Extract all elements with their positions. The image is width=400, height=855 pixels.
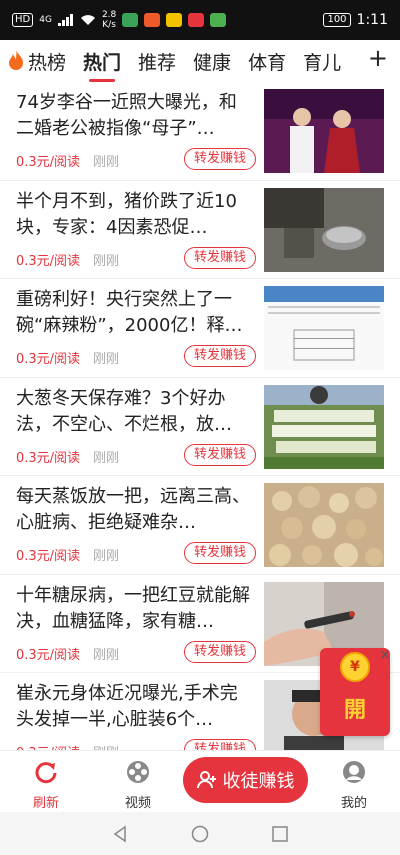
reward-rate: 0.3元/阅读 — [16, 155, 81, 170]
invite-earn-label: 收徒赚钱 — [222, 771, 295, 792]
article-item[interactable]: 每天蒸饭放一把，远离三高、心脏病、拒绝疑难杂… 0.3元/阅读 刚刚 转发赚钱 — [0, 476, 400, 575]
share-earn-button[interactable]: 转发赚钱 — [184, 246, 256, 269]
app-notification-icon — [210, 13, 227, 27]
nav-video-label: 视频 — [124, 796, 151, 811]
nav-mine[interactable]: 我的 — [324, 759, 384, 811]
speed-unit: K/s — [102, 20, 116, 30]
video-icon — [127, 761, 149, 783]
share-earn-button[interactable]: 转发赚钱 — [184, 640, 256, 663]
bottom-nav: 刷新 视频 收徒赚钱 我的 — [0, 750, 400, 812]
close-icon[interactable]: × — [378, 648, 392, 662]
reward-rate: 0.3元/阅读 — [16, 549, 81, 564]
home-icon[interactable] — [191, 825, 209, 843]
tab-sports[interactable]: 体育 — [248, 48, 286, 75]
article-thumbnail[interactable] — [264, 187, 384, 272]
reward-rate: 0.3元/阅读 — [16, 352, 81, 367]
article-title[interactable]: 半个月不到，猪价跌了近10块，专家：4因素恐促… — [16, 189, 254, 241]
article-item[interactable]: 重磅利好！央行突然上了一碗“麻辣粉”，2000亿！释… 0.3元/阅读 刚刚 转… — [0, 279, 400, 378]
article-thumbnail[interactable] — [264, 286, 384, 370]
profile-icon — [343, 761, 365, 783]
reward-rate: 0.3元/阅读 — [16, 253, 81, 269]
share-earn-button[interactable]: 转发赚钱 — [184, 542, 256, 564]
publish-time: 刚刚 — [93, 742, 119, 750]
publish-time: 刚刚 — [93, 352, 120, 367]
article-thumbnail[interactable] — [264, 483, 384, 567]
wifi-icon — [80, 15, 95, 25]
add-tab-button[interactable]: + — [368, 44, 388, 72]
system-nav-bar — [0, 812, 400, 855]
network-speed: 2.8 K/s — [102, 10, 116, 30]
publish-time: 刚刚 — [93, 647, 120, 663]
network-type: 4G — [39, 15, 52, 25]
article-thumbnail[interactable] — [264, 89, 384, 173]
article-item[interactable]: 大葱冬天保存难？3个好办法，不空心、不烂根，放… 0.3元/阅读 刚刚 转发赚钱 — [0, 378, 400, 476]
add-user-icon — [196, 771, 216, 789]
app-notification-icon — [144, 13, 161, 27]
article-title[interactable]: 74岁李谷一近照大曝光，和二婚老公被指像“母子”… — [16, 90, 254, 142]
clock: 1:11 — [356, 12, 388, 28]
hd-indicator: HD — [12, 13, 34, 27]
article-item[interactable]: 74岁李谷一近照大曝光，和二婚老公被指像“母子”… 0.3元/阅读 刚刚 转发赚… — [0, 82, 400, 181]
tab-health[interactable]: 健康 — [193, 48, 231, 75]
tab-parenting[interactable]: 育儿 — [303, 48, 341, 75]
reward-rate: 0.3元/阅读 — [16, 647, 81, 663]
status-bar: HD 4G 2.8 K/s 100 1:11 — [0, 0, 400, 40]
reward-rate: 0.3元/阅读 — [16, 742, 80, 750]
article-title[interactable]: 十年糖尿病，一把红豆就能解决，血糖猛降，家有糖… — [16, 583, 254, 635]
article-title[interactable]: 崔永元身体近况曝光,手术完头发掉一半,心脏装6个… — [16, 681, 254, 733]
article-item[interactable]: 半个月不到，猪价跌了近10块，专家：4因素恐促… 0.3元/阅读 刚刚 转发赚钱 — [0, 181, 400, 279]
tab-recommend[interactable]: 推荐 — [138, 48, 176, 75]
article-title[interactable]: 每天蒸饭放一把，远离三高、心脏病、拒绝疑难杂… — [16, 484, 254, 536]
invite-earn-button[interactable]: 收徒赚钱 — [183, 757, 308, 803]
nav-refresh[interactable]: 刷新 — [16, 759, 76, 811]
signal-icon — [57, 14, 73, 26]
flame-icon — [9, 50, 23, 70]
tab-hot-list[interactable]: 热榜 — [8, 48, 66, 75]
article-title[interactable]: 重磅利好！央行突然上了一碗“麻辣粉”，2000亿！释… — [16, 287, 254, 339]
share-earn-button[interactable]: 转发赚钱 — [184, 148, 256, 170]
publish-time: 刚刚 — [93, 549, 120, 564]
category-tabs: 热榜 热门 推荐 健康 体育 育儿 + — [0, 40, 400, 82]
publish-time: 刚刚 — [93, 155, 120, 170]
app-notification-icon — [188, 13, 205, 27]
publish-time: 刚刚 — [93, 253, 120, 269]
share-earn-button[interactable]: 转发赚钱 — [184, 739, 256, 750]
back-icon[interactable] — [111, 825, 129, 843]
recents-icon[interactable] — [271, 825, 289, 843]
speed-value: 2.8 — [101, 10, 117, 20]
share-earn-button[interactable]: 转发赚钱 — [184, 345, 256, 367]
app-notification-icon — [166, 13, 183, 27]
nav-mine-label: 我的 — [340, 796, 367, 811]
coin-icon: ¥ — [340, 652, 370, 682]
refresh-icon — [35, 762, 57, 784]
publish-time: 刚刚 — [93, 450, 120, 466]
tab-popular[interactable]: 热门 — [83, 48, 121, 82]
nav-video[interactable]: 视频 — [108, 759, 168, 811]
share-earn-button[interactable]: 转发赚钱 — [184, 443, 256, 466]
article-thumbnail[interactable] — [264, 384, 384, 469]
tab-label: 热榜 — [28, 51, 67, 74]
reward-rate: 0.3元/阅读 — [16, 450, 81, 466]
red-envelope-label: 開 — [343, 698, 366, 723]
app-notification-icon — [122, 13, 139, 27]
battery-indicator: 100 — [323, 13, 351, 27]
article-title[interactable]: 大葱冬天保存难？3个好办法，不空心、不烂根，放… — [16, 386, 254, 438]
nav-refresh-label: 刷新 — [32, 796, 59, 811]
